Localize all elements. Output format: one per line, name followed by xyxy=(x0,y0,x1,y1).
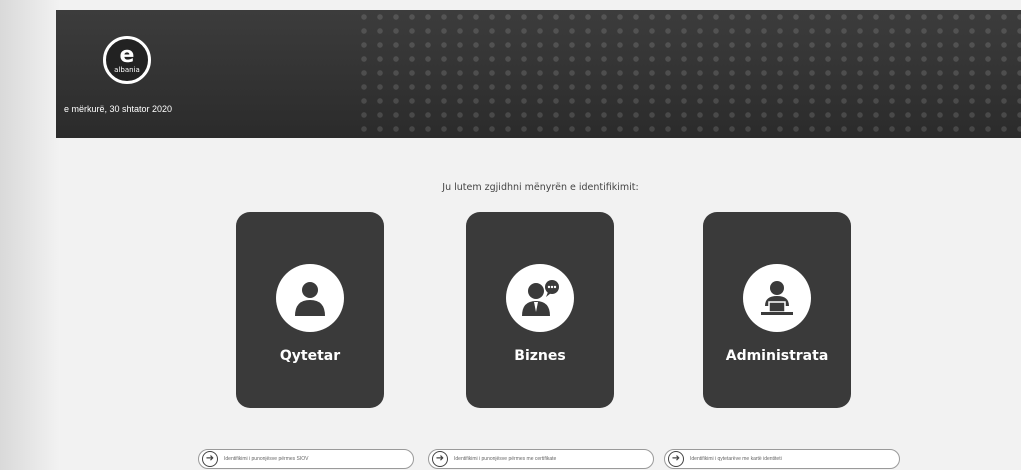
card-business[interactable]: Biznes xyxy=(466,212,614,408)
certificate-login-label: Identifikimi i punonjësve përmes me cert… xyxy=(454,456,557,462)
administration-icon xyxy=(743,264,811,332)
current-date: e mërkurë, 30 shtator 2020 xyxy=(64,104,173,114)
arrow-right-icon: ➜ xyxy=(668,451,684,467)
certificate-login-button[interactable]: ➜ Identifikimi i punonjësve përmes me ce… xyxy=(428,449,654,469)
identification-prompt: Ju lutem zgjidhni mënyrën e identifikimi… xyxy=(442,182,639,193)
card-citizen-label: Qytetar xyxy=(279,348,341,364)
logo-word: albania xyxy=(114,66,140,74)
card-business-label: Biznes xyxy=(514,348,566,364)
card-administration[interactable]: Administrata xyxy=(703,212,851,408)
business-icon xyxy=(506,264,574,332)
header-dot-pattern xyxy=(356,10,1021,138)
arrow-right-icon: ➜ xyxy=(432,451,448,467)
id-card-login-button[interactable]: ➜ Identifikimi i qytetarëve me kartë ide… xyxy=(664,449,900,469)
header-banner: e albania e mërkurë, 30 shtator 2020 xyxy=(56,10,1021,138)
id-card-login-label: Identifikimi i qytetarëve me kartë ident… xyxy=(690,456,782,462)
card-citizen[interactable]: Qytetar xyxy=(236,212,384,408)
citizen-icon xyxy=(276,264,344,332)
siov-login-button[interactable]: ➜ Identifikimi i punonjësve përmes SIOV xyxy=(198,449,414,469)
arrow-right-icon: ➜ xyxy=(202,451,218,467)
e-albania-logo[interactable]: e albania xyxy=(103,36,151,84)
siov-login-label: Identifikimi i punonjësve përmes SIOV xyxy=(224,456,309,462)
page-edge-shadow xyxy=(0,0,60,470)
logo-letter: e xyxy=(119,43,135,68)
card-administration-label: Administrata xyxy=(725,348,829,364)
